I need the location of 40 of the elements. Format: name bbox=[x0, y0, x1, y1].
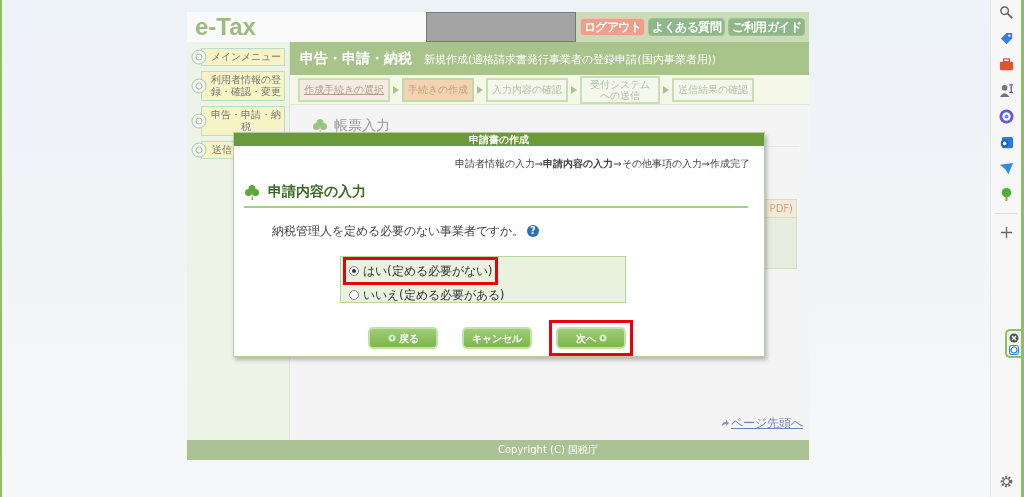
ring-icon bbox=[998, 109, 1014, 124]
close-icon bbox=[1009, 333, 1019, 343]
dialog-title: 申請書の作成 bbox=[234, 133, 764, 146]
step-arrow-icon bbox=[571, 85, 577, 94]
question-text: 納税管理人を定める必要のない事業者ですか。 bbox=[272, 223, 524, 240]
next-button[interactable]: 次へ bbox=[556, 327, 626, 349]
breadcrumb-text: 申請者情報の入力⇒申請内容の入力⇒その他事項の入力⇒作成完了 bbox=[454, 158, 750, 169]
section-heading: 帳票入力 bbox=[334, 116, 390, 135]
step-arrow-icon bbox=[393, 85, 399, 94]
plus-icon bbox=[998, 225, 1014, 240]
header-nav-button[interactable]: よくある質問 bbox=[648, 18, 725, 36]
header-nav-button[interactable]: ご利用ガイド bbox=[728, 18, 805, 36]
back-button[interactable]: 戻る bbox=[368, 327, 438, 349]
mail-app-icon bbox=[998, 135, 1014, 150]
radio-option[interactable]: いいえ(定める必要がある) bbox=[347, 285, 507, 305]
tag-icon bbox=[998, 31, 1014, 46]
dialog-heading-text: 申請内容の入力 bbox=[268, 182, 366, 201]
sidebar-item[interactable]: メインメニュー bbox=[201, 48, 285, 66]
page-subtitle: 新規作成(適格請求書発行事業者の登録申請(国内事業者用)) bbox=[424, 52, 717, 68]
page-title: 申告・申請・納税 bbox=[300, 49, 412, 68]
sidebar-item[interactable]: 利用者情報の登録・確認・変更 bbox=[201, 71, 285, 101]
step-arrow-icon bbox=[663, 85, 669, 94]
step-item[interactable]: 作成手続きの選択 bbox=[298, 77, 390, 102]
page-top-link[interactable]: ページ先頭へ bbox=[721, 414, 803, 432]
clover-icon bbox=[244, 183, 260, 200]
circle-arrow-icon bbox=[387, 334, 396, 342]
paper-plane-icon bbox=[998, 161, 1014, 176]
floating-widget[interactable] bbox=[1005, 329, 1021, 358]
help-button[interactable]: ? bbox=[527, 225, 539, 237]
settings-icon bbox=[998, 474, 1014, 489]
footer-copyright: Copyright (C) 国税庁 bbox=[187, 440, 809, 460]
cancel-button[interactable]: キャンセル bbox=[462, 327, 532, 349]
logout-button[interactable]: ログアウト bbox=[579, 18, 645, 36]
search-icon bbox=[998, 5, 1014, 20]
step-arrow-icon bbox=[477, 85, 483, 94]
clover-icon bbox=[312, 117, 328, 134]
circle-arrow-icon bbox=[598, 334, 607, 342]
person-icon bbox=[998, 83, 1014, 98]
site-logo: e-Tax bbox=[187, 12, 426, 42]
toolbox-icon bbox=[998, 57, 1014, 72]
